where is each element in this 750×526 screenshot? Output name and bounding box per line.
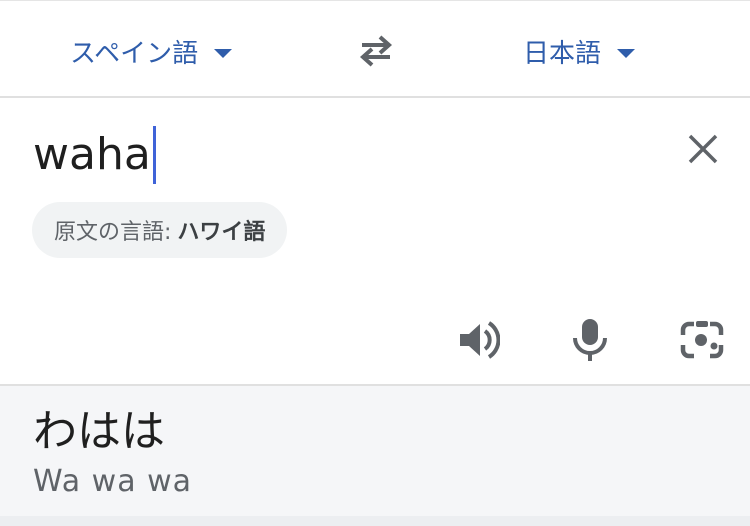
detected-language-name: ハワイ語 (177, 220, 266, 245)
swap-arrows-icon (359, 35, 393, 67)
chevron-down-icon (214, 48, 233, 58)
source-text-input[interactable]: waha (33, 126, 156, 184)
swap-languages-button[interactable] (352, 31, 400, 71)
close-icon (688, 134, 718, 164)
romanization-text: Wa wa wa (33, 464, 193, 499)
language-bar: スペイン語 日本語 (0, 0, 750, 98)
translation-output-area[interactable]: わはは Wa wa wa (0, 384, 750, 526)
speaker-icon (460, 321, 500, 359)
microphone-icon (573, 319, 607, 361)
target-language-label: 日本語 (523, 38, 602, 69)
text-cursor (152, 126, 156, 184)
clear-text-button[interactable] (684, 130, 722, 168)
source-language-selector[interactable]: スペイン語 (70, 31, 233, 71)
source-input-area[interactable]: waha 原文の言語: ハワイ語 (0, 98, 750, 384)
listen-source-button[interactable] (454, 316, 502, 364)
translated-text: わはは (33, 406, 165, 457)
source-text-value: waha (33, 129, 151, 180)
target-language-selector[interactable]: 日本語 (523, 31, 636, 71)
detected-language-chip[interactable]: 原文の言語: ハワイ語 (32, 202, 288, 258)
detected-language-prefix: 原文の言語: (54, 220, 172, 245)
camera-input-button[interactable] (678, 316, 726, 364)
source-language-label: スペイン語 (70, 38, 199, 69)
camera-icon (680, 321, 724, 359)
voice-input-button[interactable] (566, 316, 614, 364)
translate-app: スペイン語 日本語 waha 原文の言語: ハワイ語 わはは Wa wa wa (0, 0, 750, 526)
chevron-down-icon (617, 48, 636, 58)
divider (0, 516, 750, 526)
